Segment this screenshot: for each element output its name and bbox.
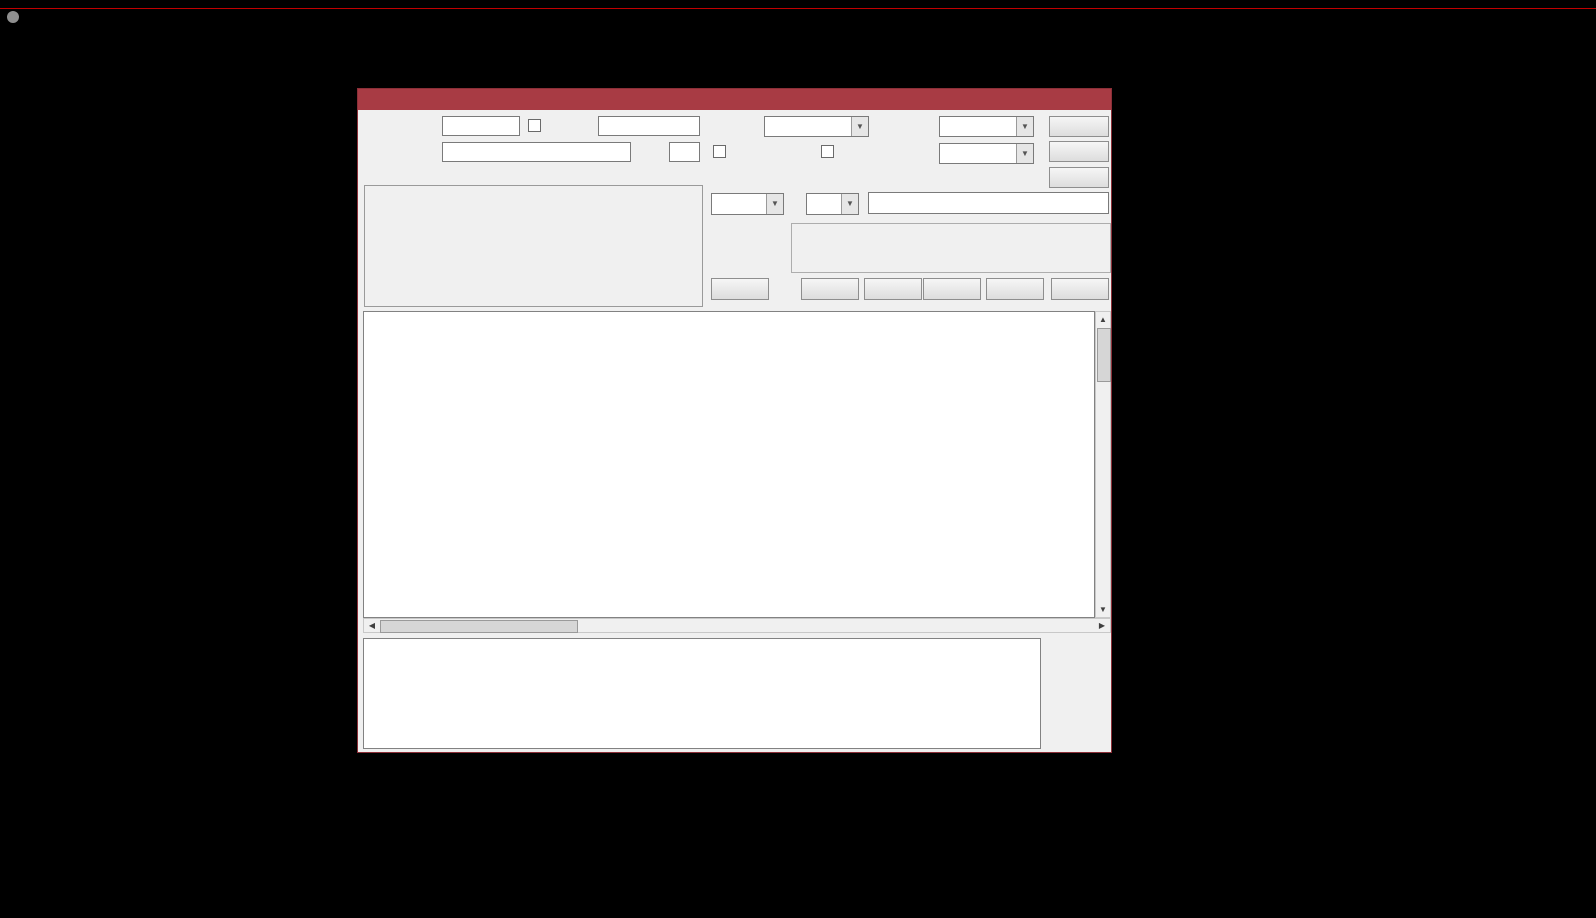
save-as-button[interactable] xyxy=(1049,167,1109,188)
insert-function-button[interactable] xyxy=(864,278,922,300)
extra-y-axis-group xyxy=(791,223,1111,273)
formula-editor-dialog: ▼ ▼ ▼ ▼ ▼ xyxy=(357,88,1112,753)
trade-rule-select[interactable]: ▼ xyxy=(806,193,859,215)
password-input[interactable] xyxy=(598,116,700,136)
scroll-right-icon[interactable]: ▶ xyxy=(1095,619,1109,632)
edit-ops-button[interactable] xyxy=(801,278,859,300)
editor-vertical-scrollbar[interactable]: ▲ ▼ xyxy=(1095,311,1111,618)
formula-type-select[interactable]: ▼ xyxy=(764,116,869,137)
ai-write-formula-button[interactable] xyxy=(711,278,769,300)
version-input[interactable] xyxy=(669,142,700,162)
pc-only-checkbox[interactable] xyxy=(713,145,726,158)
close-icon[interactable] xyxy=(1087,91,1103,107)
formula-tag-select[interactable]: ▼ xyxy=(711,193,784,215)
formula-desc-input[interactable] xyxy=(442,142,631,162)
editor-horizontal-scrollbar[interactable]: ◀ ▶ xyxy=(363,618,1111,633)
chevron-down-icon[interactable]: ▼ xyxy=(841,194,858,214)
scrollbar-thumb[interactable] xyxy=(380,620,578,633)
test-formula-button[interactable] xyxy=(1051,278,1109,300)
test-result-box xyxy=(363,638,1041,749)
formula-name-input[interactable] xyxy=(442,116,520,136)
stock-dropdown-icon[interactable] xyxy=(7,11,19,23)
chevron-down-icon[interactable]: ▼ xyxy=(851,117,868,136)
scroll-down-icon[interactable]: ▼ xyxy=(1096,603,1110,616)
stock-title[interactable] xyxy=(3,9,19,27)
cancel-button[interactable] xyxy=(1049,141,1109,162)
cloud-formula-checkbox[interactable] xyxy=(821,145,834,158)
chevron-down-icon[interactable]: ▼ xyxy=(1016,144,1033,163)
formula-code-editor[interactable] xyxy=(363,311,1095,618)
period-menu-bar xyxy=(0,0,1596,9)
coord-line-input[interactable] xyxy=(868,192,1109,214)
scroll-left-icon[interactable]: ◀ xyxy=(365,619,379,632)
trading-app-screen: ▼ ▼ ▼ ▼ ▼ xyxy=(0,0,1596,918)
scrollbar-thumb[interactable] xyxy=(1097,328,1111,382)
insert-resource-button[interactable] xyxy=(923,278,981,300)
password-protect-checkbox[interactable] xyxy=(528,119,541,132)
import-formula-button[interactable] xyxy=(986,278,1044,300)
scroll-up-icon[interactable]: ▲ xyxy=(1096,313,1110,326)
dialog-titlebar[interactable] xyxy=(358,89,1111,110)
draw-method-select[interactable]: ▼ xyxy=(939,116,1034,137)
ok-button[interactable] xyxy=(1049,116,1109,137)
chevron-down-icon[interactable]: ▼ xyxy=(766,194,783,214)
chevron-down-icon[interactable]: ▼ xyxy=(1016,117,1033,136)
parameter-panel xyxy=(364,185,703,307)
decimals-select[interactable]: ▼ xyxy=(939,143,1034,164)
maximize-icon[interactable] xyxy=(1057,91,1073,107)
